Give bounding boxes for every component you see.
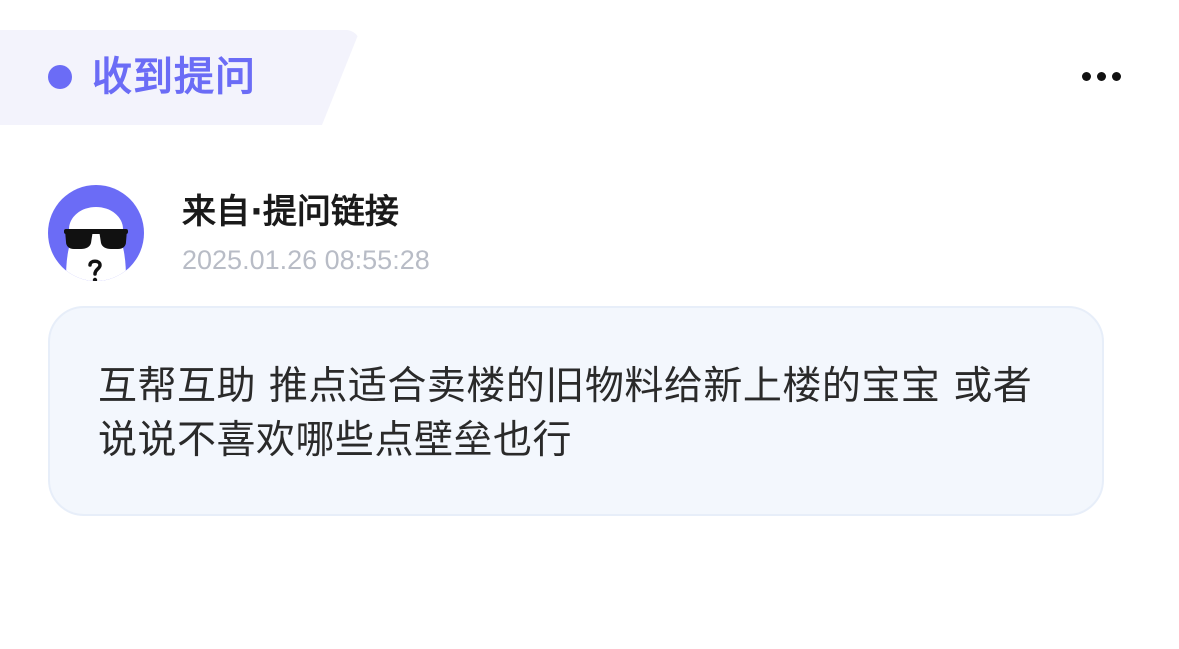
more-options-button[interactable] (1076, 62, 1126, 90)
avatar[interactable] (48, 185, 144, 281)
more-dot-icon (1111, 71, 1121, 81)
tag-title: 收到提问 (92, 54, 256, 100)
more-dot-icon (1081, 71, 1091, 81)
question-text: 互帮互助 推点适合卖楼的旧物料给新上楼的宝宝 或者说说不喜欢哪些点壁垒也行 (98, 364, 1033, 463)
more-dot-icon (1096, 71, 1106, 81)
sender-label: 来自·提问链接 (182, 192, 399, 232)
question-card: 收到提问 来自·提问链接 2025.01.26 08:55:28 互帮互助 推点… (0, 0, 1179, 649)
sunglasses-ghost-icon (64, 207, 128, 281)
timestamp: 2025.01.26 08:55:28 (182, 245, 430, 275)
question-bubble: 互帮互助 推点适合卖楼的旧物料给新上楼的宝宝 或者说说不喜欢哪些点壁垒也行 (48, 306, 1104, 516)
tag-dot-icon (48, 65, 72, 89)
